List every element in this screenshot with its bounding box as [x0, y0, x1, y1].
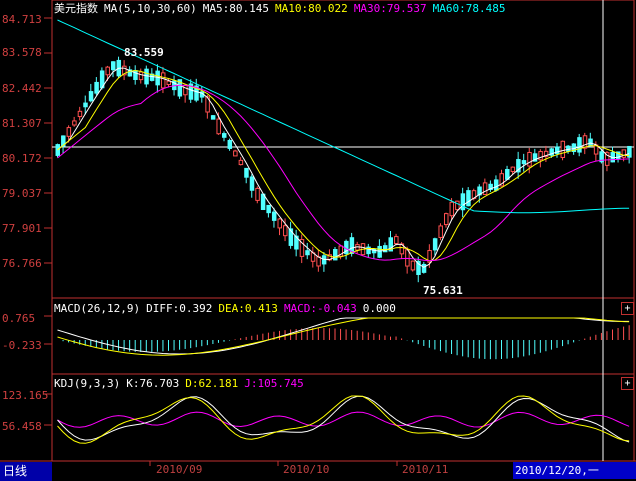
x-axis-label: 2010/11	[402, 463, 449, 476]
candle-body	[266, 204, 271, 214]
candle-body	[588, 138, 593, 147]
candle-body	[244, 167, 249, 178]
candle-body	[271, 211, 277, 221]
candle-body	[233, 150, 238, 157]
candle-body	[577, 137, 582, 153]
macd-diff: DIFF:0.392	[146, 302, 213, 315]
kdj-k: K:76.703	[126, 377, 180, 390]
macd-params: MACD(26,12,9)	[54, 302, 141, 315]
ma5-value: MA5:80.145	[202, 2, 269, 15]
candle-body	[432, 238, 438, 251]
candle-body	[222, 133, 227, 138]
candle-body	[260, 193, 266, 210]
candle-body	[466, 190, 471, 207]
ma10-line	[57, 69, 630, 262]
candle-body	[255, 187, 260, 201]
x-axis-label: 2010/10	[283, 463, 330, 476]
candle-body	[305, 250, 310, 256]
price-y-label: 79.037	[2, 187, 42, 200]
ma60-value: MA60:78.485	[432, 2, 506, 15]
macd-dea-line	[57, 317, 630, 356]
candle-body	[394, 236, 399, 245]
macd-y-label: 0.765	[2, 312, 36, 325]
candle-body	[410, 260, 416, 271]
kdj-d: D:62.181	[185, 377, 239, 390]
candle-body	[455, 200, 460, 211]
low-price-marker: 75.631	[423, 284, 463, 297]
candle-body	[405, 249, 410, 267]
candle-body	[72, 120, 77, 126]
ma30-line	[57, 84, 630, 262]
price-y-label: 82.442	[2, 82, 42, 95]
candle-body	[482, 182, 488, 195]
macd-dea: DEA:0.413	[218, 302, 278, 315]
kdj-y-label: 123.165	[2, 389, 49, 402]
candle-body	[249, 176, 255, 191]
candle-body	[160, 72, 166, 89]
candle-body	[238, 159, 244, 166]
period-tab-daily[interactable]: 日线	[0, 462, 52, 481]
cursor-date-box: 2010/12/20,一	[513, 462, 636, 479]
candle-body	[438, 225, 443, 238]
candle-body	[449, 201, 455, 217]
price-y-label: 77.901	[2, 222, 42, 235]
candle-body	[421, 263, 427, 273]
candle-body	[144, 68, 149, 85]
candle-body	[138, 71, 144, 81]
price-y-label: 83.578	[2, 46, 42, 59]
candle-body	[216, 118, 221, 135]
kdj-j: J:105.745	[244, 377, 304, 390]
price-y-label: 76.766	[2, 257, 42, 270]
candle-body	[493, 179, 499, 191]
candle-body	[444, 213, 449, 226]
candle-body	[283, 225, 288, 237]
candle-body	[66, 127, 72, 137]
candle-body	[105, 66, 110, 76]
price-y-label: 81.307	[2, 117, 42, 130]
candle-body	[83, 102, 88, 108]
ma10-value: MA10:80.022	[274, 2, 348, 15]
candle-body	[333, 249, 338, 261]
macd-diff-line	[57, 317, 630, 355]
candle-body	[538, 151, 543, 161]
macd-y-label: -0.233	[2, 339, 42, 352]
candle-body	[111, 61, 116, 71]
ma-params: MA(5,10,30,60)	[104, 2, 197, 15]
instrument-title: 美元指数	[54, 2, 98, 15]
candle-body	[277, 218, 282, 229]
ma30-value: MA30:79.537	[353, 2, 427, 15]
candle-body	[560, 140, 566, 158]
x-axis-label: 2010/09	[156, 463, 203, 476]
macd-expand-button[interactable]: +	[621, 302, 634, 315]
price-y-label: 84.713	[2, 13, 42, 26]
candle-body	[88, 91, 94, 102]
ma5-line	[57, 67, 630, 268]
candle-body	[377, 245, 382, 258]
kdj-params: KDJ(9,3,3)	[54, 377, 121, 390]
kdj-expand-button[interactable]: +	[621, 377, 634, 390]
candle-body	[77, 110, 83, 118]
candle-body	[521, 160, 527, 165]
high-price-marker: 83.559	[124, 46, 164, 59]
candle-body	[527, 151, 532, 167]
candle-body	[510, 166, 516, 173]
kdj-k-line	[57, 395, 630, 443]
macd-zero: 0.000	[362, 302, 396, 315]
candle-body	[227, 139, 233, 149]
macd-macd: MACD:-0.043	[283, 302, 357, 315]
candle-body	[166, 80, 171, 86]
chart-canvas[interactable]	[0, 0, 636, 481]
kdj-j-line	[57, 411, 630, 428]
macd-legend: MACD(26,12,9) DIFF:0.392 DEA:0.413 MACD:-0.…	[54, 302, 402, 316]
candle-body	[566, 145, 571, 152]
candle-body	[94, 81, 99, 94]
kdj-legend: KDJ(9,3,3) K:76.703 D:62.181 J:105.745	[54, 377, 310, 391]
kdj-y-label: 56.458	[2, 420, 42, 433]
candle-body	[210, 115, 216, 120]
price-y-label: 80.172	[2, 152, 42, 165]
price-legend: 美元指数 MA(5,10,30,60) MA5:80.145 MA10:80.022 M…	[54, 2, 512, 16]
